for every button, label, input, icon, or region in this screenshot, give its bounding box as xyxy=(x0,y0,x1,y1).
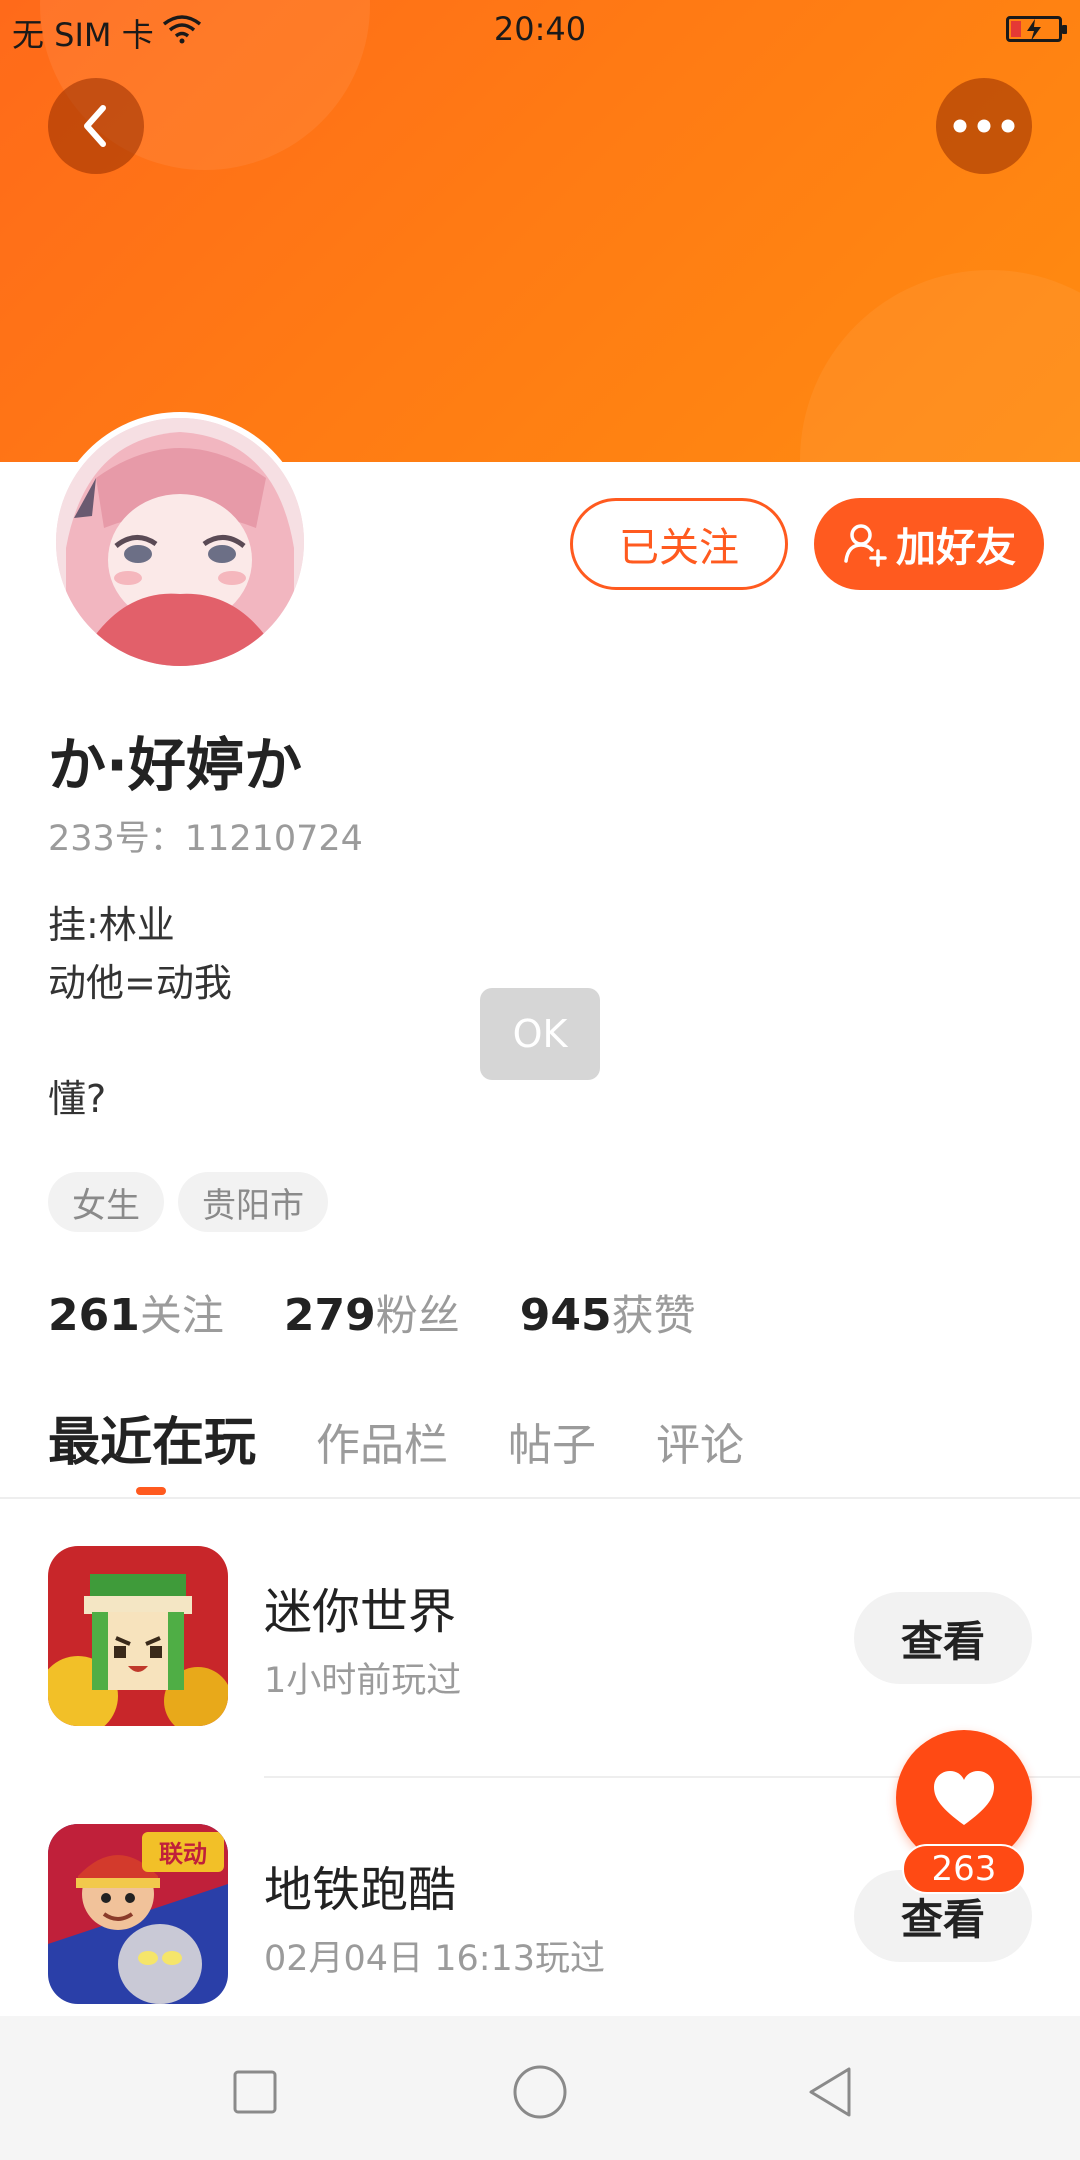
icon-badge-text: 联动 xyxy=(159,1840,207,1868)
ok-toast[interactable]: OK xyxy=(480,988,600,1080)
game-name: 迷你世界 xyxy=(264,1584,457,1640)
stat-following[interactable]: 261 关注 xyxy=(48,1282,224,1343)
stats-row: 261 关注 279 粉丝 945 获赞 xyxy=(48,1282,696,1343)
more-dots-icon xyxy=(953,119,1015,133)
profile-tags: 女生 贵阳市 xyxy=(48,1172,328,1232)
clock: 20:40 xyxy=(493,10,587,48)
status-bar: 无 SIM 卡 20:40 xyxy=(0,0,1080,56)
more-options-button[interactable] xyxy=(936,78,1032,174)
stat-number: 279 xyxy=(283,1290,376,1341)
heart-icon xyxy=(934,1771,994,1825)
stat-label: 粉丝 xyxy=(375,1291,460,1340)
game-list-item[interactable]: 迷你世界 1小时前玩过 查看 xyxy=(0,1546,1080,1726)
banner-decoration xyxy=(800,270,1080,462)
tab-comments[interactable]: 评论 xyxy=(656,1409,744,1473)
game-icon-subway-surfers: 联动 xyxy=(48,1824,228,2004)
bio-text: 挂:林业 动他=动我 懂? xyxy=(48,903,232,1121)
game-name: 地铁跑酷 xyxy=(264,1862,457,1918)
game-icon-mini-world xyxy=(48,1546,228,1726)
username: か·好婷か xyxy=(48,731,303,799)
stat-number: 945 xyxy=(519,1290,612,1341)
profile-banner xyxy=(0,0,1080,462)
add-user-icon xyxy=(844,524,887,567)
tab-posts[interactable]: 帖子 xyxy=(508,1409,596,1473)
home-button[interactable] xyxy=(500,2052,580,2132)
tag-gender: 女生 xyxy=(48,1172,164,1232)
game-last-played: 1小时前玩过 xyxy=(264,1661,462,1701)
tab-works[interactable]: 作品栏 xyxy=(316,1409,448,1473)
followed-button[interactable]: 已关注 xyxy=(570,498,788,590)
active-tab-indicator xyxy=(136,1487,166,1495)
back-nav-button[interactable] xyxy=(790,2052,870,2132)
game-last-played: 02月04日 16:13玩过 xyxy=(264,1939,606,1979)
add-friend-button[interactable]: 加好友 xyxy=(814,498,1044,590)
system-nav-bar xyxy=(0,2016,1080,2160)
avatar[interactable] xyxy=(50,412,310,672)
tab-recent-play[interactable]: 最近在玩 xyxy=(48,1400,256,1475)
view-button[interactable]: 查看 xyxy=(854,1592,1032,1684)
chevron-left-icon xyxy=(84,105,106,147)
battery-icon xyxy=(1006,16,1067,42)
user-id: 233号：11210724 xyxy=(48,819,363,859)
stat-likes[interactable]: 945 获赞 xyxy=(520,1282,696,1343)
add-friend-label: 加好友 xyxy=(896,525,1016,571)
square-icon xyxy=(233,2070,277,2114)
stat-label: 关注 xyxy=(139,1291,224,1340)
like-count-badge: 263 xyxy=(902,1844,1026,1894)
triangle-back-icon xyxy=(809,2067,851,2117)
avatar-image xyxy=(56,418,304,666)
stat-label: 获赞 xyxy=(611,1291,696,1340)
circle-icon xyxy=(513,2065,567,2119)
back-button[interactable] xyxy=(48,78,144,174)
profile-tabs: 最近在玩 作品栏 帖子 评论 xyxy=(48,1400,744,1475)
stat-followers[interactable]: 279 粉丝 xyxy=(284,1282,460,1343)
tag-city: 贵阳市 xyxy=(178,1172,328,1232)
divider xyxy=(0,1497,1080,1499)
recent-apps-button[interactable] xyxy=(215,2052,295,2132)
stat-number: 261 xyxy=(48,1290,140,1341)
